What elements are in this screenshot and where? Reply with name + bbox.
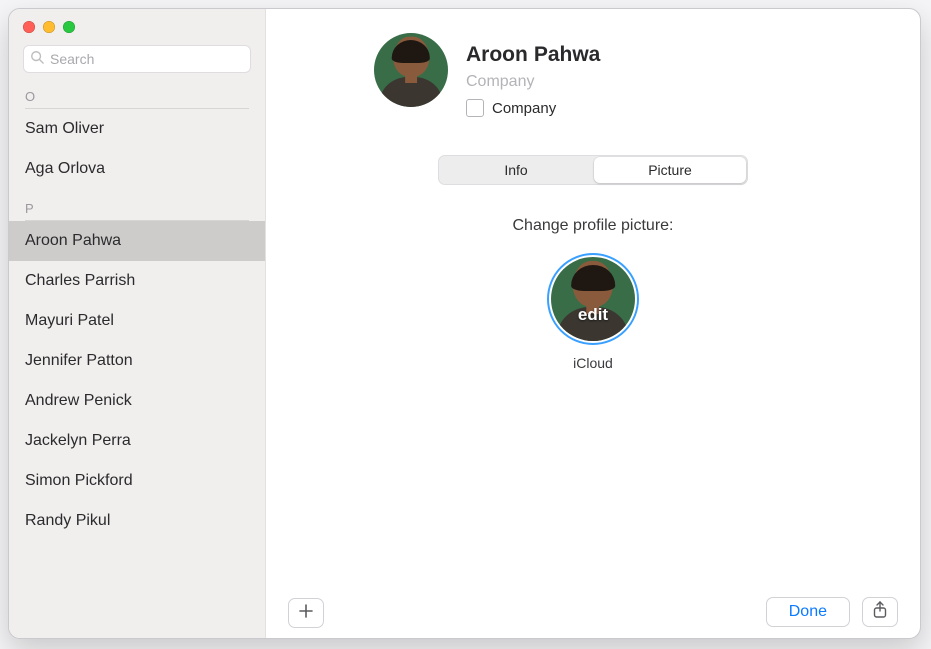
contacts-window: O Sam Oliver Aga Orlova P Aroon Pahwa Ch… — [8, 8, 921, 639]
avatar-image — [551, 257, 635, 341]
window-traffic-lights — [9, 9, 265, 39]
picture-source-tile: edit iCloud — [547, 253, 639, 371]
bottom-toolbar: Done — [266, 586, 920, 638]
contact-header: Aroon Pahwa Company Company — [266, 9, 920, 117]
section-header: P — [9, 195, 265, 218]
list-item[interactable]: Andrew Penick — [9, 381, 265, 421]
search-field[interactable] — [23, 45, 251, 73]
share-icon — [872, 601, 888, 624]
company-checkbox-row: Company — [466, 99, 600, 117]
window-close-button[interactable] — [23, 21, 35, 33]
contacts-list[interactable]: O Sam Oliver Aga Orlova P Aroon Pahwa Ch… — [9, 83, 265, 638]
company-checkbox[interactable] — [466, 99, 484, 117]
first-name: Aroon — [466, 43, 528, 67]
list-item[interactable]: Mayuri Patel — [9, 301, 265, 341]
profile-picture-edit-button[interactable]: edit — [547, 253, 639, 345]
name-field[interactable]: Aroon Pahwa — [466, 43, 600, 67]
list-item[interactable]: Charles Parrish — [9, 261, 265, 301]
list-item[interactable]: Aga Orlova — [9, 149, 265, 189]
list-item[interactable]: Simon Pickford — [9, 461, 265, 501]
tab-picture[interactable]: Picture — [594, 157, 746, 183]
section-letter: P — [25, 201, 34, 216]
done-button[interactable]: Done — [766, 597, 850, 627]
company-checkbox-label: Company — [492, 100, 556, 117]
sidebar: O Sam Oliver Aga Orlova P Aroon Pahwa Ch… — [9, 9, 266, 638]
info-picture-segmented-control: Info Picture — [438, 155, 748, 185]
list-item[interactable]: Sam Oliver — [9, 109, 265, 149]
share-button[interactable] — [862, 597, 898, 627]
section-header: O — [9, 83, 265, 106]
contact-avatar[interactable] — [374, 33, 448, 107]
change-picture-heading: Change profile picture: — [513, 217, 674, 235]
plus-icon — [298, 603, 314, 624]
contact-detail-pane: Aroon Pahwa Company Company Info Picture… — [266, 9, 920, 638]
picture-source-label: iCloud — [573, 355, 613, 371]
list-item[interactable]: Jennifer Patton — [9, 341, 265, 381]
list-item[interactable]: Jackelyn Perra — [9, 421, 265, 461]
avatar-image — [374, 33, 448, 107]
tab-info[interactable]: Info — [440, 157, 592, 183]
company-field-placeholder[interactable]: Company — [466, 73, 600, 91]
last-name: Pahwa — [534, 43, 601, 67]
section-letter: O — [25, 89, 35, 104]
search-input[interactable] — [48, 50, 244, 68]
window-minimize-button[interactable] — [43, 21, 55, 33]
window-zoom-button[interactable] — [63, 21, 75, 33]
add-contact-button[interactable] — [288, 598, 324, 628]
list-item[interactable]: Aroon Pahwa — [9, 221, 265, 261]
list-item[interactable]: Randy Pikul — [9, 501, 265, 541]
search-icon — [30, 50, 44, 69]
